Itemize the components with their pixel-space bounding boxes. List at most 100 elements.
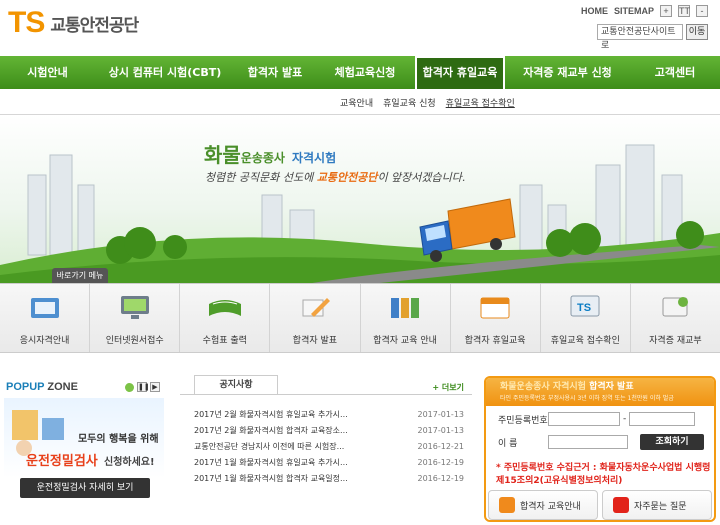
notice-title: 교통안전공단 경남지사 이전에 따른 시험장... xyxy=(194,442,345,451)
book-icon xyxy=(30,298,59,318)
list-item[interactable]: 2017년 1월 화물자격시험 휴일교육 추가시... 2016-12-19 xyxy=(194,455,464,471)
result-check-box: 화물운송종사 자격시험 합격자 발표 타인 주민등록번호 부정사용시 3년 이하… xyxy=(484,376,716,522)
popup-indicator[interactable] xyxy=(125,382,134,392)
notice-date: 2016-12-19 xyxy=(417,458,465,467)
notice-date: 2017-01-13 xyxy=(417,426,465,435)
nav-item-holiday-edu[interactable]: 합격자 휴일교육 xyxy=(415,56,505,89)
main-banner: 화물운송종사 자격시험 청렴한 공직문화 선도에 교통안전공단이 앞장서겠습니다… xyxy=(0,115,720,285)
quick-item-label: 자격증 재교부 xyxy=(649,336,702,346)
faq-button[interactable]: 자주묻는 질문 xyxy=(602,490,712,520)
notice-title: 2017년 2월 화물자격시험 휴일교육 추가시... xyxy=(194,410,348,419)
quick-item-label: 응시자격안내 xyxy=(19,336,70,346)
result-check-links: 합격자 교육안내 자주묻는 질문 xyxy=(486,490,714,520)
banner-scene-illustration xyxy=(0,144,720,285)
pencil-icon xyxy=(302,298,330,317)
calendar-icon xyxy=(480,297,510,319)
notice-title: 2017년 2월 화물자격시험 합격자 교육장소... xyxy=(194,426,348,435)
rrn-front-input[interactable] xyxy=(548,412,620,426)
notice-board: 공지사항 + 더보기 2017년 2월 화물자격시험 휴일교육 추가시... 20… xyxy=(180,375,472,520)
question-icon xyxy=(613,497,629,513)
quick-item-holiday-edu[interactable]: 합격자 휴일교육 xyxy=(451,284,541,352)
site-logo[interactable]: TS 교통안전공단 xyxy=(8,6,139,39)
quick-item-label: 수험표 출력 xyxy=(202,336,247,346)
rrn-row: 주민등록번호 - xyxy=(498,412,696,426)
nav-item-reissue[interactable]: 자격증 재교부 신청 xyxy=(505,56,630,89)
site-go-button[interactable]: 이동 xyxy=(686,24,708,40)
popup-title-b: ZONE xyxy=(47,381,78,393)
subnav-holiday-apply[interactable]: 휴일교육 신청 xyxy=(383,96,436,109)
popup-zone-title: POPUP ZONE xyxy=(6,381,78,393)
quick-item-results[interactable]: 합격자 발표 xyxy=(270,284,361,352)
quick-item-online-apply[interactable]: 인터넷원서접수 xyxy=(90,284,181,352)
popup-text-2: 운전정밀검사 xyxy=(26,454,98,469)
banner-slogan-post: 이 앞장서겠습니다. xyxy=(377,171,466,184)
result-check-header: 화물운송종사 자격시험 합격자 발표 타인 주민등록번호 부정사용시 3년 이하… xyxy=(486,378,714,406)
sub-nav: 교육안내 휴일교육 신청 휴일교육 접수확인 xyxy=(0,89,720,115)
name-label: 이 름 xyxy=(498,438,518,449)
zoom-out-button[interactable]: - xyxy=(696,5,708,17)
edu-guide-label: 합격자 교육안내 xyxy=(520,501,581,512)
site-select-group: 교통안전공단사이트로 이동 xyxy=(597,24,708,51)
pause-icon[interactable]: ❚❚ xyxy=(137,382,150,392)
rrn-label: 주민등록번호 xyxy=(498,415,548,426)
text-size-button[interactable]: TT xyxy=(678,5,690,17)
nav-item-cbt[interactable]: 상시 컴퓨터 시험(CBT) xyxy=(95,56,235,89)
faq-label: 자주묻는 질문 xyxy=(634,501,687,512)
quick-item-label: 합격자 휴일교육 xyxy=(464,336,526,346)
list-item[interactable]: 2017년 1월 화물자격시험 합격자 교육일정... 2016-12-19 xyxy=(194,471,464,487)
nav-item-exam-info[interactable]: 시험안내 xyxy=(0,56,95,89)
main-nav: 시험안내 상시 컴퓨터 시험(CBT) 합격자 발표 체험교육신청 합격자 휴일… xyxy=(0,56,720,89)
popup-text-3: 신청하세요! xyxy=(104,457,155,468)
nav-item-customer[interactable]: 고객센터 xyxy=(630,56,720,89)
quick-item-edu-info[interactable]: 합격자 교육 안내 xyxy=(361,284,451,352)
popup-text-1: 모두의 행복을 위해 xyxy=(78,434,159,445)
quick-item-ticket-print[interactable]: 수험표 출력 xyxy=(180,284,271,352)
list-item[interactable]: 2017년 2월 화물자격시험 휴일교육 추가시... 2017-01-13 xyxy=(194,407,464,423)
quick-item-eligibility[interactable]: 응시자격안내 xyxy=(0,284,91,352)
edu-guide-button[interactable]: 합격자 교육안내 xyxy=(488,490,598,520)
quick-item-label: 합격자 발표 xyxy=(292,336,338,346)
quick-item-holiday-check[interactable]: TS 휴일교육 접수확인 xyxy=(541,284,631,352)
result-check-warning: 타인 주민등록번호 부정사용시 3년 이하 징역 또는 1천만원 이하 벌금 xyxy=(500,395,674,402)
logo-mark: TS xyxy=(8,6,45,39)
subnav-holiday-check[interactable]: 휴일교육 접수확인 xyxy=(446,96,515,109)
binders-icon xyxy=(391,298,420,318)
result-check-title-b: 합격자 발표 xyxy=(589,382,634,392)
rrn-back-input[interactable] xyxy=(629,412,696,426)
name-row: 이 름 xyxy=(498,435,628,449)
home-link[interactable]: HOME xyxy=(581,6,608,16)
quick-item-reissue[interactable]: 자격증 재교부 xyxy=(631,284,720,352)
banner-slogan-brand: 교통안전공단 xyxy=(316,171,378,184)
sitemap-link[interactable]: SITEMAP xyxy=(614,6,654,16)
notice-title: 2017년 1월 화물자격시험 합격자 교육일정... xyxy=(194,474,348,483)
subnav-edu-info[interactable]: 교육안내 xyxy=(340,96,373,109)
card-icon xyxy=(662,297,689,317)
notice-title: 2017년 1월 화물자격시험 휴일교육 추가시... xyxy=(194,458,348,467)
banner-slogan-pre: 청렴한 공직문화 선도에 xyxy=(205,171,314,184)
nav-item-trial-edu[interactable]: 체험교육신청 xyxy=(315,56,415,89)
quick-menu: 응시자격안내 인터넷원서접수 수험표 출력 합격자 발표 합격자 교육 안내 합… xyxy=(0,283,720,353)
banner-title: 화물운송종사 자격시험 xyxy=(204,139,336,168)
popup-banner[interactable]: 모두의 행복을 위해 운전정밀검사 신청하세요! xyxy=(4,398,164,478)
site-select[interactable]: 교통안전공단사이트로 xyxy=(597,24,683,51)
play-icon[interactable]: ▶ xyxy=(150,382,160,392)
banner-title-tail: 자격시험 xyxy=(291,151,337,165)
top-links: HOME SITEMAP + TT - xyxy=(581,5,708,17)
nav-item-results[interactable]: 합격자 발표 xyxy=(235,56,315,89)
zoom-in-button[interactable]: + xyxy=(660,5,672,17)
popup-detail-button[interactable]: 운전정밀검사 자세히 보기 xyxy=(20,478,150,498)
list-item[interactable]: 교통안전공단 경남지사 이전에 따른 시험장... 2016-12-21 xyxy=(194,439,464,455)
banner-title-small: 운송종사 xyxy=(240,151,285,165)
rrn-legal-note: * 주민등록번호 수집근거 : 화물자동차운수사업법 시행령 제15조의2(고유… xyxy=(496,463,711,486)
name-input[interactable] xyxy=(548,435,628,449)
popup-title-a: POPUP xyxy=(6,381,45,393)
banner-slogan: 청렴한 공직문화 선도에 교통안전공단이 앞장서겠습니다. xyxy=(205,169,465,185)
notice-more-link[interactable]: + 더보기 xyxy=(432,382,464,393)
search-button[interactable]: 조회하기 xyxy=(640,434,704,450)
list-item[interactable]: 2017년 2월 화물자격시험 합격자 교육장소... 2017-01-13 xyxy=(194,423,464,439)
notice-tab[interactable]: 공지사항 xyxy=(194,375,278,395)
quick-item-label: 휴일교육 접수확인 xyxy=(550,336,620,346)
header: TS 교통안전공단 HOME SITEMAP + TT - 교통안전공단사이트로… xyxy=(0,0,720,55)
popup-controls: ❚❚ ▶ xyxy=(125,382,160,392)
quick-item-label: 인터넷원서접수 xyxy=(105,336,164,346)
